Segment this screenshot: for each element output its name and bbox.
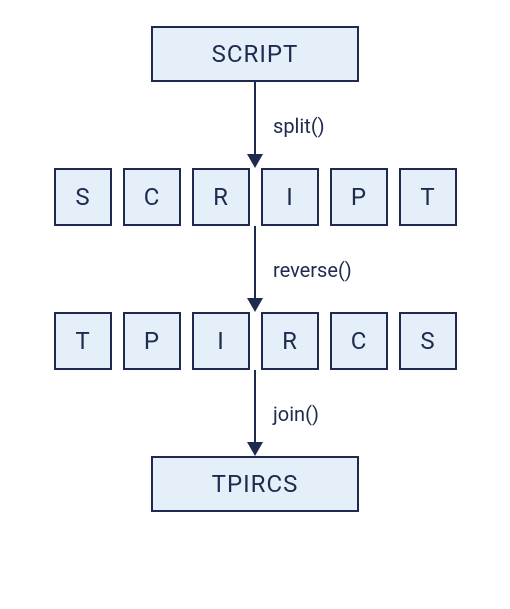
array-cell: P	[330, 168, 388, 226]
array-cell: P	[123, 312, 181, 370]
array-cell: C	[330, 312, 388, 370]
arrow-head-icon	[247, 442, 263, 456]
array-cell: T	[399, 168, 457, 226]
split-label: split()	[273, 114, 325, 138]
reversed-array-row: T P I R C S	[54, 312, 457, 370]
arrow-head-icon	[247, 154, 263, 168]
input-string-box: SCRIPT	[151, 26, 359, 82]
arrow-line	[254, 82, 256, 156]
array-cell: S	[399, 312, 457, 370]
output-string-box: TPIRCS	[151, 456, 359, 512]
reverse-label: reverse()	[273, 258, 352, 282]
array-cell: R	[192, 168, 250, 226]
arrow-reverse: reverse()	[0, 226, 510, 312]
arrow-split: split()	[0, 82, 510, 168]
array-cell: S	[54, 168, 112, 226]
arrow-head-icon	[247, 298, 263, 312]
arrow-line	[254, 370, 256, 444]
array-cell: R	[261, 312, 319, 370]
array-cell: I	[261, 168, 319, 226]
array-cell: T	[54, 312, 112, 370]
arrow-join: join()	[0, 370, 510, 456]
array-cell: I	[192, 312, 250, 370]
arrow-line	[254, 226, 256, 300]
split-array-row: S C R I P T	[54, 168, 457, 226]
array-cell: C	[123, 168, 181, 226]
join-label: join()	[273, 402, 319, 426]
